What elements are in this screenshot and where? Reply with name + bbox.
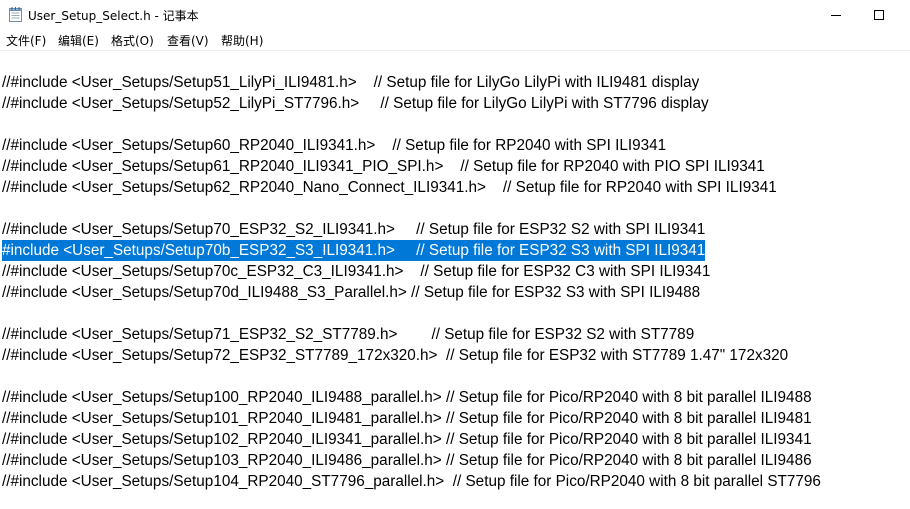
menu-edit[interactable]: 编辑(E) bbox=[58, 32, 99, 49]
menu-help[interactable]: 帮助(H) bbox=[221, 32, 263, 49]
code-line: //#include <User_Setups/Setup72_ESP32_ST… bbox=[2, 347, 789, 364]
code-line: //#include <User_Setups/Setup60_RP2040_I… bbox=[2, 137, 667, 154]
code-line: //#include <User_Setups/Setup70c_ESP32_C… bbox=[2, 263, 711, 280]
maximize-icon bbox=[874, 10, 884, 20]
menu-bar: 文件(F) 编辑(E) 格式(O) 查看(V) 帮助(H) bbox=[0, 30, 910, 51]
code-line: //#include <User_Setups/Setup100_RP2040_… bbox=[2, 389, 812, 406]
code-line: //#include <User_Setups/Setup62_RP2040_N… bbox=[2, 179, 777, 196]
minimize-button[interactable] bbox=[813, 0, 859, 30]
window-title: User_Setup_Select.h - 记事本 bbox=[28, 9, 199, 23]
minimize-icon bbox=[831, 10, 841, 20]
notepad-window: User_Setup_Select.h - 记事本 文件(F) 编辑(E) 格式… bbox=[0, 0, 910, 509]
code-line: //#include <User_Setups/Setup71_ESP32_S2… bbox=[2, 326, 695, 343]
code-line: //#include <User_Setups/Setup103_RP2040_… bbox=[2, 452, 812, 469]
code-line: //#include <User_Setups/Setup102_RP2040_… bbox=[2, 431, 812, 448]
code-line: //#include <User_Setups/Setup104_RP2040_… bbox=[2, 473, 821, 490]
code-line: //#include <User_Setups/Setup70d_ILI9488… bbox=[2, 284, 701, 301]
code-line: //#include <User_Setups/Setup52_LilyPi_S… bbox=[2, 95, 709, 112]
text-editor[interactable]: //#include <User_Setups/Setup51_LilyPi_I… bbox=[0, 51, 910, 509]
menu-format[interactable]: 格式(O) bbox=[111, 32, 154, 49]
selected-code-line: #include <User_Setups/Setup70b_ESP32_S3_… bbox=[2, 240, 706, 261]
notepad-icon bbox=[9, 7, 22, 22]
title-bar[interactable]: User_Setup_Select.h - 记事本 bbox=[0, 0, 910, 30]
code-line: //#include <User_Setups/Setup70_ESP32_S2… bbox=[2, 221, 706, 238]
code-line: //#include <User_Setups/Setup51_LilyPi_I… bbox=[2, 74, 700, 91]
menu-view[interactable]: 查看(V) bbox=[167, 32, 209, 49]
maximize-button[interactable] bbox=[856, 0, 902, 30]
code-line: //#include <User_Setups/Setup61_RP2040_I… bbox=[2, 158, 765, 175]
menu-file[interactable]: 文件(F) bbox=[6, 32, 46, 49]
code-line: //#include <User_Setups/Setup101_RP2040_… bbox=[2, 410, 812, 427]
